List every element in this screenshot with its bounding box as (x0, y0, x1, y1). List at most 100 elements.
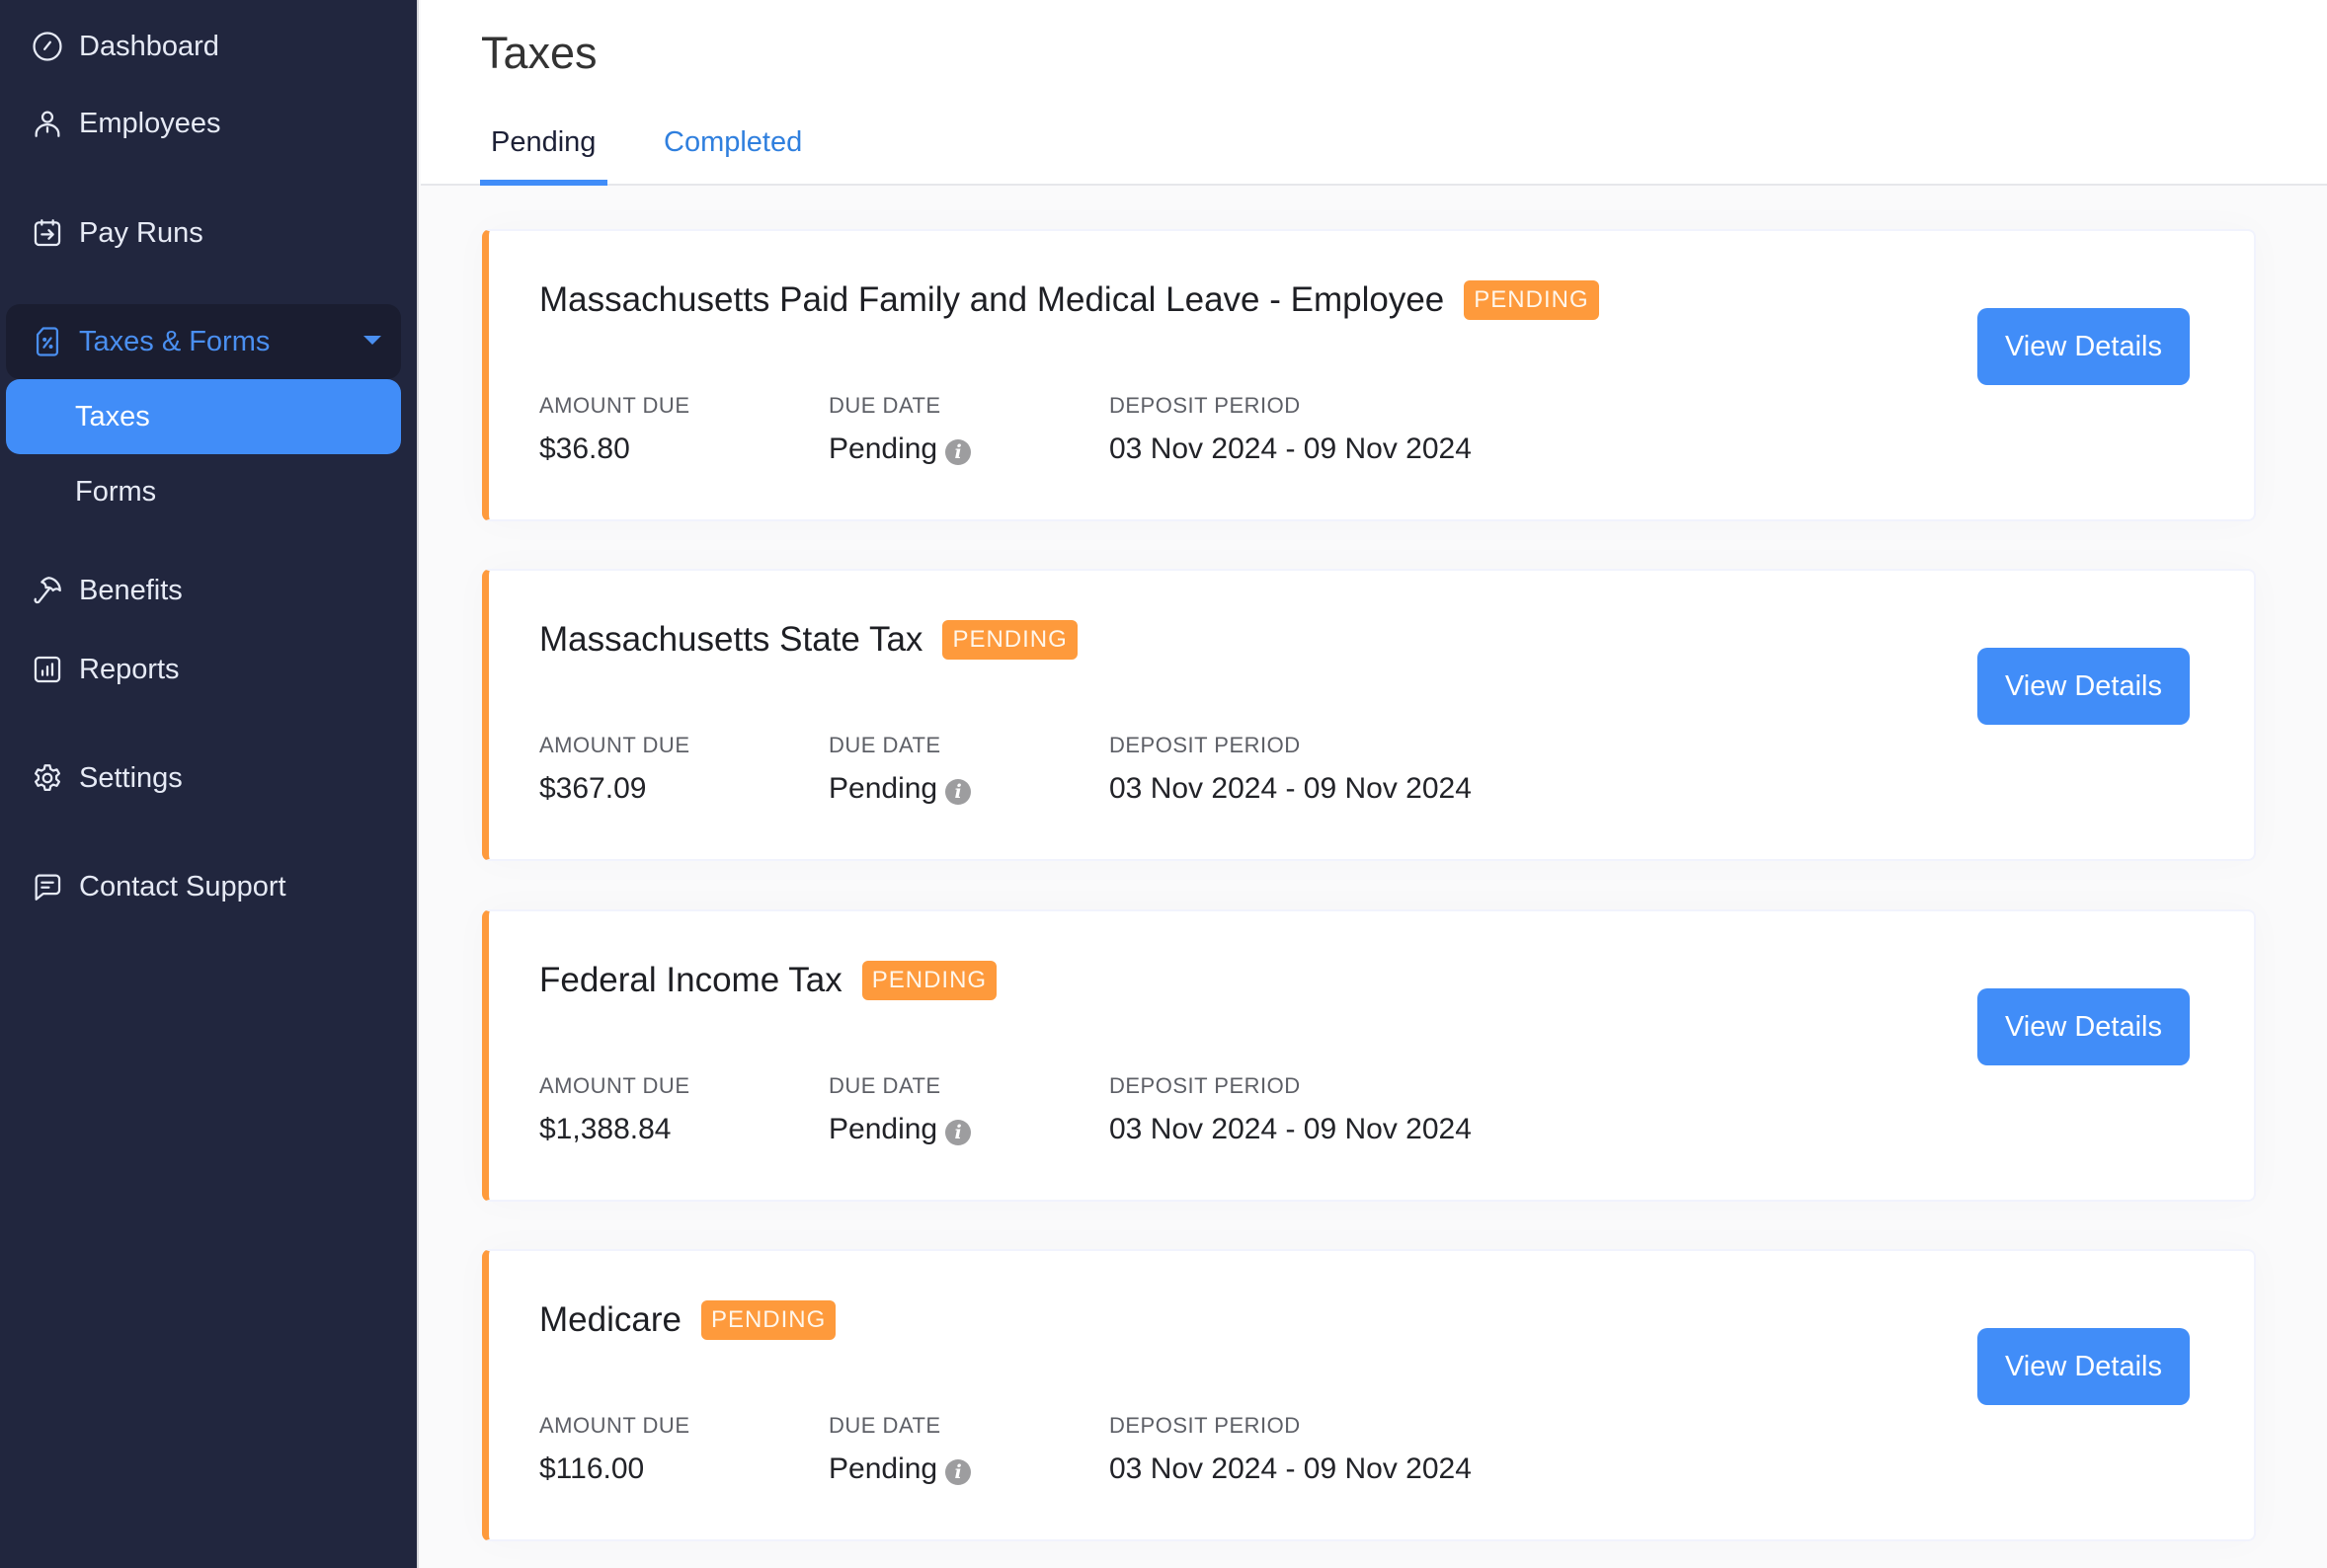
sidebar-item-benefits[interactable]: Benefits (6, 553, 401, 628)
sidebar-item-label: Contact Support (79, 870, 286, 902)
amount-due-field: AMOUNT DUE $1,388.84 (539, 1073, 690, 1146)
calendar-arrow-icon (30, 215, 65, 251)
view-details-button[interactable]: View Details (1977, 308, 2190, 385)
amount-due-label: AMOUNT DUE (539, 1413, 690, 1438)
status-badge: PENDING (942, 620, 1078, 660)
sidebar-item-reports[interactable]: Reports (6, 632, 401, 707)
sidebar-item-label: Taxes & Forms (79, 325, 271, 357)
status-badge: PENDING (1464, 280, 1599, 320)
due-date-label: DUE DATE (829, 393, 941, 418)
tax-name: Medicare (539, 1300, 682, 1339)
tax-card: Federal Income Tax PENDING AMOUNT DUE $1… (482, 909, 2256, 1202)
deposit-period-value: 03 Nov 2024 - 09 Nov 2024 (1109, 1113, 1472, 1145)
sidebar-item-label: Settings (79, 761, 183, 794)
due-date-text: Pending (829, 772, 938, 805)
deposit-period-label: DEPOSIT PERIOD (1109, 1413, 1301, 1438)
page-title: Taxes (481, 28, 598, 78)
chat-message-icon (30, 869, 65, 904)
deposit-period-label: DEPOSIT PERIOD (1109, 733, 1301, 757)
view-details-button[interactable]: View Details (1977, 648, 2190, 725)
gear-icon (30, 760, 65, 796)
tax-card: Massachusetts State Tax PENDING AMOUNT D… (482, 569, 2256, 861)
sidebar-subitem-forms[interactable]: Forms (6, 454, 401, 529)
amount-due-value: $367.09 (539, 772, 647, 805)
umbrella-icon (30, 573, 65, 608)
deposit-period-field: DEPOSIT PERIOD 03 Nov 2024 - 09 Nov 2024 (1109, 1073, 1472, 1146)
sidebar-item-dashboard[interactable]: Dashboard (6, 9, 401, 84)
deposit-period-field: DEPOSIT PERIOD 03 Nov 2024 - 09 Nov 2024 (1109, 393, 1472, 466)
deposit-period-label: DEPOSIT PERIOD (1109, 393, 1301, 418)
sidebar-subitem-label: Taxes (75, 400, 150, 432)
amount-due-field: AMOUNT DUE $36.80 (539, 393, 690, 466)
sidebar-subitem-label: Forms (75, 475, 157, 508)
tab-pending[interactable]: Pending (491, 126, 596, 159)
deposit-period-field: DEPOSIT PERIOD 03 Nov 2024 - 09 Nov 2024 (1109, 1413, 1472, 1486)
tax-card: Medicare PENDING AMOUNT DUE $116.00 DUE … (482, 1249, 2256, 1541)
deposit-period-field: DEPOSIT PERIOD 03 Nov 2024 - 09 Nov 2024 (1109, 733, 1472, 806)
due-date-value: Pending i (829, 1113, 972, 1146)
chevron-down-icon[interactable] (363, 336, 381, 345)
due-date-label: DUE DATE (829, 733, 941, 757)
due-date-field: DUE DATE Pending i (829, 1073, 972, 1146)
sidebar-item-taxes-forms[interactable]: Taxes & Forms (6, 304, 401, 379)
tab-completed[interactable]: Completed (664, 126, 802, 159)
status-badge: PENDING (700, 1300, 837, 1340)
amount-due-value: $116.00 (539, 1452, 645, 1485)
amount-due-label: AMOUNT DUE (539, 1073, 690, 1098)
due-date-value: Pending i (829, 772, 972, 806)
due-date-text: Pending (829, 1452, 938, 1485)
due-date-field: DUE DATE Pending i (829, 733, 972, 806)
sidebar-item-settings[interactable]: Settings (6, 741, 401, 816)
view-details-button[interactable]: View Details (1977, 988, 2190, 1065)
due-date-text: Pending (829, 432, 938, 465)
tax-document-percent-icon (30, 324, 65, 359)
sidebar: Dashboard Employees Pay Runs Taxes & For… (0, 0, 419, 1568)
due-date-label: DUE DATE (829, 1073, 941, 1098)
dashboard-gauge-icon (30, 29, 65, 64)
tax-name: Massachusetts Paid Family and Medical Le… (539, 280, 1445, 319)
amount-due-field: AMOUNT DUE $367.09 (539, 733, 690, 806)
tax-card-header: Federal Income Tax PENDING (539, 959, 998, 1002)
info-icon[interactable]: i (945, 439, 972, 465)
page-header: Taxes Pending Completed (421, 0, 2327, 186)
deposit-period-value: 03 Nov 2024 - 09 Nov 2024 (1109, 772, 1472, 805)
deposit-period-value: 03 Nov 2024 - 09 Nov 2024 (1109, 1452, 1472, 1485)
status-badge: PENDING (861, 961, 998, 1000)
sidebar-item-label: Dashboard (79, 30, 219, 62)
due-date-label: DUE DATE (829, 1413, 941, 1438)
sidebar-item-employees[interactable]: Employees (6, 86, 401, 161)
user-icon (30, 106, 65, 141)
due-date-value: Pending i (829, 1452, 972, 1486)
due-date-value: Pending i (829, 432, 972, 466)
due-date-text: Pending (829, 1113, 938, 1145)
view-details-button[interactable]: View Details (1977, 1328, 2190, 1405)
amount-due-label: AMOUNT DUE (539, 393, 690, 418)
bar-chart-icon (30, 652, 65, 687)
amount-due-field: AMOUNT DUE $116.00 (539, 1413, 690, 1486)
active-tab-indicator (480, 180, 607, 186)
sidebar-item-pay-runs[interactable]: Pay Runs (6, 196, 401, 271)
tax-card-header: Massachusetts State Tax PENDING (539, 618, 1078, 662)
amount-due-label: AMOUNT DUE (539, 733, 690, 757)
tax-name: Federal Income Tax (539, 961, 843, 999)
deposit-period-value: 03 Nov 2024 - 09 Nov 2024 (1109, 432, 1472, 465)
tax-card: Massachusetts Paid Family and Medical Le… (482, 229, 2256, 521)
sidebar-subitem-taxes[interactable]: Taxes (6, 379, 401, 454)
sidebar-item-label: Pay Runs (79, 216, 203, 249)
info-icon[interactable]: i (945, 1120, 972, 1145)
info-icon[interactable]: i (945, 779, 972, 805)
sidebar-item-label: Reports (79, 653, 180, 685)
info-icon[interactable]: i (945, 1459, 972, 1485)
due-date-field: DUE DATE Pending i (829, 393, 972, 466)
tax-name: Massachusetts State Tax (539, 620, 923, 659)
sidebar-item-label: Employees (79, 107, 221, 139)
due-date-field: DUE DATE Pending i (829, 1413, 972, 1486)
deposit-period-label: DEPOSIT PERIOD (1109, 1073, 1301, 1098)
tax-card-header: Massachusetts Paid Family and Medical Le… (539, 278, 1599, 322)
tax-card-header: Medicare PENDING (539, 1298, 837, 1342)
sidebar-item-label: Benefits (79, 574, 183, 606)
sidebar-item-contact-support[interactable]: Contact Support (6, 849, 401, 924)
main-content: Taxes Pending Completed Massachusetts Pa… (421, 0, 2327, 1568)
amount-due-value: $1,388.84 (539, 1113, 672, 1145)
amount-due-value: $36.80 (539, 432, 630, 465)
